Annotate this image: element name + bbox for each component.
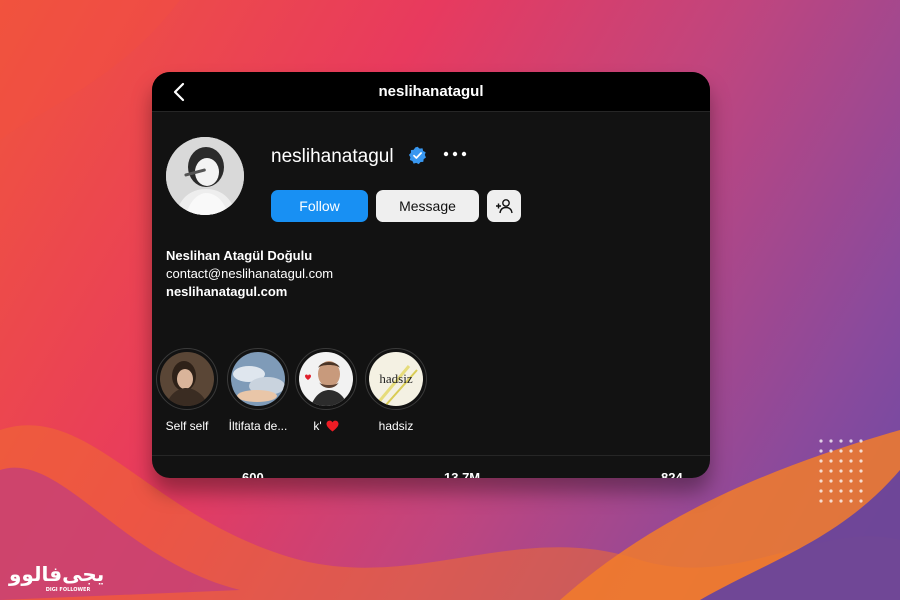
profile-window: neslihanatagul neslihanatagul Follow Mes… (152, 72, 710, 478)
highlight-item[interactable]: hadsiz hadsiz (365, 348, 427, 433)
hadsiz-logo-text: hadsiz (379, 371, 412, 386)
highlight-label: Self self (165, 419, 209, 433)
highlight-item[interactable]: k' (295, 348, 357, 433)
highlight-label: İltifata de... (228, 419, 288, 433)
avatar-photo (166, 137, 244, 215)
contact-email: contact@neslihanatagul.com (166, 266, 334, 281)
brand-logo: دیجی‌فالوور DIGI FOLLOWER (8, 562, 104, 593)
heart-icon (326, 420, 339, 432)
highlight-cover (160, 352, 214, 406)
svg-text:دیجی‌فالوور: دیجی‌فالوور (8, 562, 104, 586)
highlight-cover-ring (156, 348, 218, 410)
highlight-item[interactable]: İltifata de... (227, 348, 289, 433)
full-name: Neslihan Atagül Doğulu (166, 248, 313, 263)
suggested-users-button[interactable] (487, 190, 521, 222)
posts-count[interactable]: 600 (242, 470, 264, 478)
highlight-cover-ring: hadsiz (365, 348, 427, 410)
highlight-cover: hadsiz (369, 352, 423, 406)
profile-username: neslihanatagul (271, 146, 394, 167)
website-link[interactable]: neslihanatagul.com (166, 283, 333, 301)
stats-divider (152, 455, 710, 456)
header-username: neslihanatagul (378, 83, 484, 100)
followers-count[interactable]: 13.7M (444, 470, 480, 478)
highlight-cover-ring (227, 348, 289, 410)
more-horizontal-icon[interactable] (442, 144, 468, 164)
highlight-cover (299, 352, 353, 406)
add-user-icon (496, 199, 513, 214)
profile-bio: Neslihan Atagül Doğulu contact@neslihana… (166, 247, 333, 301)
highlight-cover-ring (295, 348, 357, 410)
message-button[interactable]: Message (376, 190, 479, 222)
top-bar: neslihanatagul (152, 72, 710, 112)
highlight-cover (231, 352, 285, 406)
highlight-label: k' (295, 419, 357, 433)
follow-button[interactable]: Follow (271, 190, 368, 222)
decorative-dot-grid (819, 439, 863, 503)
highlight-item[interactable]: Self self (156, 348, 218, 433)
highlight-label: hadsiz (378, 419, 414, 433)
svg-text:DIGI FOLLOWER: DIGI FOLLOWER (46, 587, 91, 593)
following-count[interactable]: 824 (661, 470, 683, 478)
avatar[interactable] (166, 137, 244, 215)
verified-badge-icon (408, 146, 426, 165)
